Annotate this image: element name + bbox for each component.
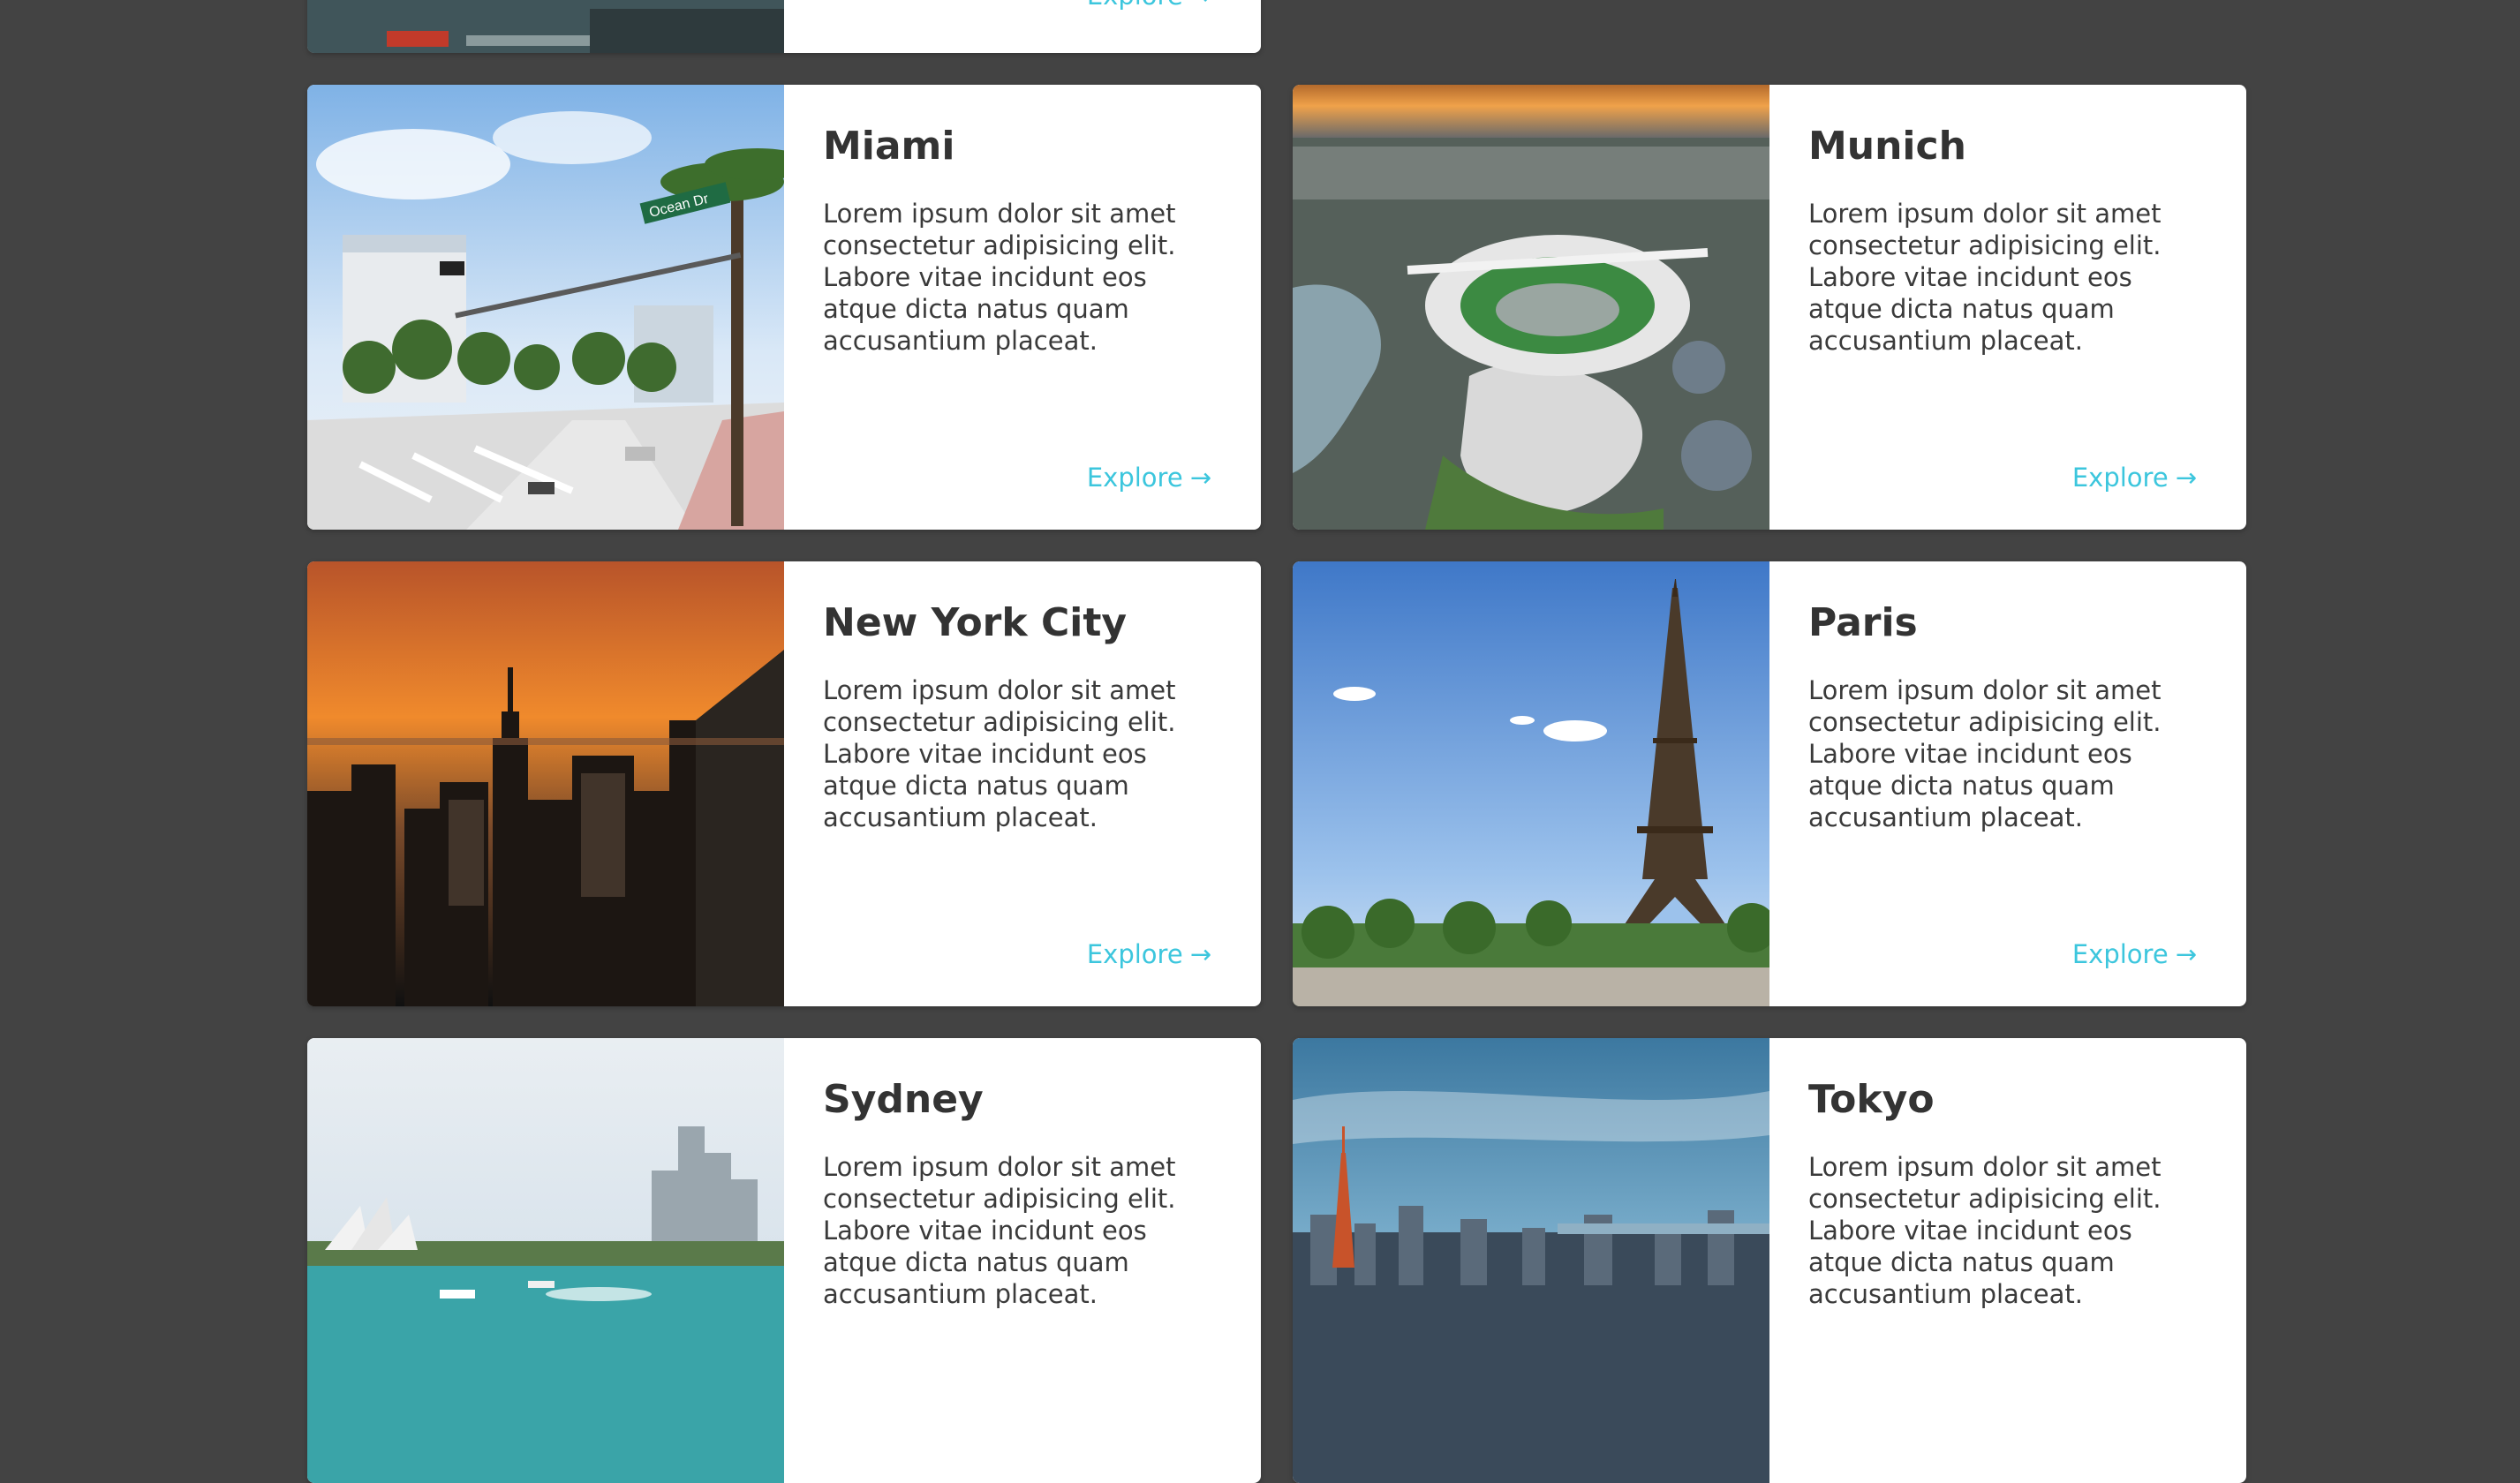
card-title: Paris xyxy=(1808,600,1918,645)
card-title: Tokyo xyxy=(1808,1077,1935,1122)
arrow-right-icon: → xyxy=(1190,0,1211,11)
card-content: Munich Lorem ipsum dolor sit amet consec… xyxy=(1769,85,2246,530)
explore-link[interactable]: Explore → xyxy=(1087,0,1211,11)
card-content: Paris Lorem ipsum dolor sit amet consect… xyxy=(1769,561,2246,1006)
destination-card-paris: Paris Lorem ipsum dolor sit amet consect… xyxy=(1293,561,2246,1006)
card-title: Miami xyxy=(823,124,955,169)
explore-link[interactable]: Explore→ xyxy=(2072,939,2197,969)
card-title: Sydney xyxy=(823,1077,984,1122)
explore-label: Explore xyxy=(1086,463,1183,493)
paris-image xyxy=(1293,561,1769,1006)
card-description: Lorem ipsum dolor sit amet consectetur a… xyxy=(1808,199,2162,356)
card-content: New York City Lorem ipsum dolor sit amet… xyxy=(784,561,1261,1006)
destination-grid: Explore→ xyxy=(307,0,2246,1483)
sydney-image xyxy=(307,1038,784,1483)
card-content: Sydney Lorem ipsum dolor sit amet consec… xyxy=(784,1038,1261,1483)
arrow-right-icon: → xyxy=(1189,939,1211,969)
card-description: Lorem ipsum dolor sit amet consectetur a… xyxy=(823,199,1176,356)
destination-card-top-left: Explore → xyxy=(307,0,1261,53)
arrow-right-icon: → xyxy=(1189,463,1211,493)
card-description: Lorem ipsum dolor sit amet consectetur a… xyxy=(1808,1152,2162,1309)
destination-card-sydney: Sydney Lorem ipsum dolor sit amet consec… xyxy=(307,1038,1261,1483)
tokyo-image xyxy=(1293,1038,1769,1483)
destination-image xyxy=(307,0,784,53)
card-content: Tokyo Lorem ipsum dolor sit amet consect… xyxy=(1769,1038,2246,1483)
new-york-city-image xyxy=(307,561,784,1006)
explore-link[interactable]: Explore→ xyxy=(2072,463,2197,493)
card-description: Lorem ipsum dolor sit amet consectetur a… xyxy=(823,1152,1176,1309)
card-content: Explore → xyxy=(784,0,1261,53)
destination-card-munich: Munich Lorem ipsum dolor sit amet consec… xyxy=(1293,85,2246,530)
destination-card-miami: Ocean Dr Miami Lorem ipsum dolor sit ame… xyxy=(307,85,1261,530)
card-title: Munich xyxy=(1808,124,1966,169)
miami-image: Ocean Dr xyxy=(307,85,784,530)
arrow-right-icon: → xyxy=(2175,463,2197,493)
card-content: Miami Lorem ipsum dolor sit amet consect… xyxy=(784,85,1261,530)
explore-label: Explore xyxy=(2071,463,2169,493)
explore-label: Explore xyxy=(2071,939,2169,969)
explore-link[interactable]: Explore→ xyxy=(1087,939,1211,969)
card-description: Lorem ipsum dolor sit amet consectetur a… xyxy=(1808,675,2162,832)
destination-card-new-york-city: New York City Lorem ipsum dolor sit amet… xyxy=(307,561,1261,1006)
card-description: Lorem ipsum dolor sit amet consectetur a… xyxy=(823,675,1176,832)
explore-label: Explore xyxy=(1086,939,1183,969)
card-title: New York City xyxy=(823,600,1128,645)
explore-label: Explore xyxy=(1087,0,1183,11)
empty-cell xyxy=(1293,0,2246,53)
munich-image xyxy=(1293,85,1769,530)
destination-card-tokyo: Tokyo Lorem ipsum dolor sit amet consect… xyxy=(1293,1038,2246,1483)
explore-link[interactable]: Explore→ xyxy=(1087,463,1211,493)
arrow-right-icon: → xyxy=(2175,939,2197,969)
